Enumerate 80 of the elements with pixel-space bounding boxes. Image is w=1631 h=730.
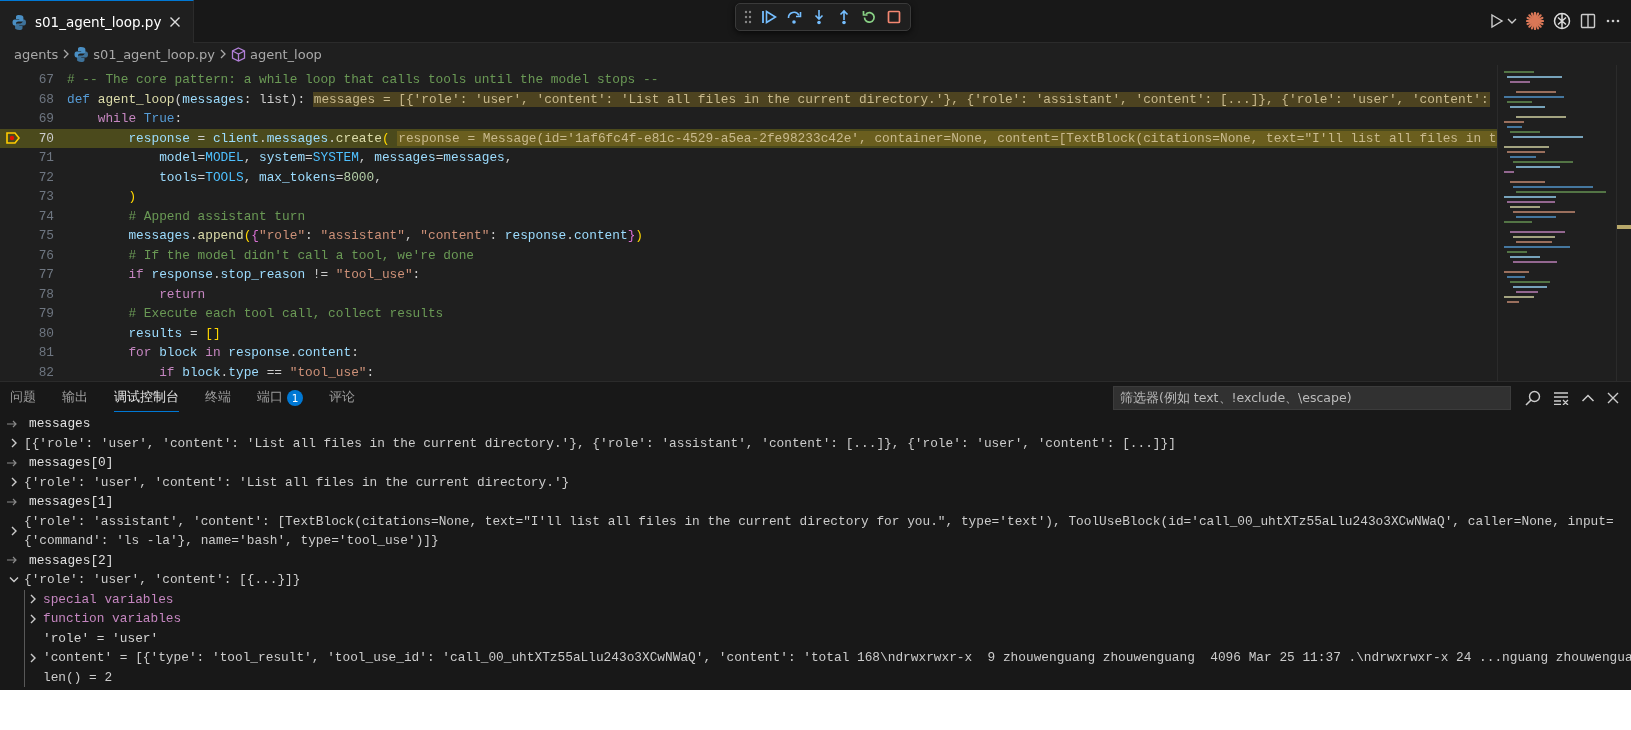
code-line: # -- The core pattern: a while loop that calls tools until the model stops -- bbox=[67, 72, 659, 88]
console-command-text: messages[1] bbox=[29, 493, 114, 511]
code-line: response = client.messages.create( bbox=[127, 130, 390, 146]
code-line: # Append assistant turn bbox=[127, 208, 306, 224]
line-number: 79 bbox=[37, 306, 54, 322]
panel-tab[interactable]: 问题 bbox=[10, 383, 36, 412]
inline-value: messages = [{'role': 'user', 'content': 'List all files in the current directory.'}, {'role': 'assistant', 'content': [...]}, {'role': 'user', 'content': bbox=[312, 91, 1490, 107]
code-line: ) bbox=[127, 189, 137, 205]
console-value: 'role' = 'user' bbox=[43, 629, 159, 648]
line-number: 77 bbox=[37, 267, 54, 283]
panel-tab[interactable]: 调试控制台 bbox=[114, 383, 179, 412]
line-number: 82 bbox=[37, 364, 54, 380]
run-icon[interactable] bbox=[1490, 13, 1504, 29]
console-command-text: messages[0] bbox=[29, 454, 114, 472]
console-command-text: messages bbox=[29, 415, 91, 433]
variable-group[interactable]: special variables bbox=[43, 589, 174, 609]
code-line: return bbox=[158, 286, 206, 302]
code-line: while True: bbox=[96, 111, 183, 127]
stop-icon[interactable] bbox=[886, 9, 902, 25]
knot-icon[interactable] bbox=[1553, 12, 1571, 30]
close-icon[interactable] bbox=[1607, 391, 1619, 404]
code-line: results = [] bbox=[127, 325, 221, 341]
line-number: 69 bbox=[37, 111, 54, 127]
code-line: if response.stop_reason != "tool_use": bbox=[127, 267, 421, 283]
restart-icon[interactable] bbox=[861, 9, 877, 25]
chevron-right-icon bbox=[62, 49, 71, 59]
breadcrumb-item[interactable]: agents bbox=[14, 46, 59, 62]
count-badge: 1 bbox=[287, 389, 303, 406]
step-over-icon[interactable] bbox=[786, 9, 802, 25]
close-icon[interactable] bbox=[169, 16, 182, 28]
python-file-icon bbox=[74, 45, 90, 63]
caret-down-icon[interactable] bbox=[1507, 17, 1517, 25]
code-line: model=MODEL, system=SYSTEM, messages=messages, bbox=[158, 150, 513, 166]
line-number: 70 bbox=[37, 130, 54, 146]
line-number: 75 bbox=[37, 228, 54, 244]
console-value: len() = 2 bbox=[43, 668, 113, 687]
inline-value: response = Message(id='1af6fc4f-e81c-4529-a5ea-2fe98233c42e', container=None, content=[TextBlock(citations=None, text="I'll list all files in t bbox=[397, 130, 1497, 146]
line-number: 80 bbox=[37, 325, 54, 341]
line-number: 81 bbox=[37, 345, 54, 361]
sparkle-icon[interactable] bbox=[1526, 12, 1544, 30]
chevron-right-icon bbox=[219, 49, 228, 59]
drag-handle-icon[interactable] bbox=[744, 10, 752, 24]
line-number: 76 bbox=[37, 247, 54, 263]
scrollbar-marker bbox=[1617, 225, 1631, 229]
console-command-text: messages[2] bbox=[29, 551, 114, 570]
line-number: 67 bbox=[37, 72, 54, 88]
code-line: tools=TOOLS, max_tokens=8000, bbox=[158, 169, 382, 185]
line-number: 74 bbox=[37, 208, 54, 224]
breadcrumb-item[interactable]: s01_agent_loop.py bbox=[74, 45, 216, 63]
console-value[interactable]: [{'role': 'user', 'content': 'List all files in the current directory.'}, {'role': 'assistant', 'content': [...]}, {'role': 'user', 'content': [...]}] bbox=[24, 433, 1176, 453]
filter-field[interactable]: 筛选器(例如 text、!exclude、\escape) bbox=[1113, 385, 1511, 410]
line-number: 71 bbox=[37, 150, 54, 166]
code-line: if block.type == "tool_use": bbox=[158, 364, 375, 380]
console-value[interactable]: {'role': 'user', 'content': 'List all files in the current directory.'} bbox=[24, 472, 570, 492]
breadcrumb-item[interactable]: agent_loop bbox=[231, 46, 322, 62]
split-editor-icon[interactable] bbox=[1580, 13, 1596, 29]
code-line: for block in response.content: bbox=[127, 345, 359, 361]
editor-tab[interactable]: s01_agent_loop.py bbox=[0, 0, 195, 43]
code-line: def agent_loop(messages: list): bbox=[67, 91, 306, 107]
panel-tab[interactable]: 端口 1 bbox=[257, 383, 303, 412]
breakpoint-arrow-icon[interactable] bbox=[6, 132, 20, 145]
line-number: 73 bbox=[37, 189, 54, 205]
code-line: # If the model didn't call a tool, we're done bbox=[127, 247, 474, 263]
search-icon[interactable] bbox=[1525, 389, 1541, 406]
line-number: 68 bbox=[37, 91, 54, 107]
clear-console-icon[interactable] bbox=[1553, 390, 1569, 405]
line-number: 78 bbox=[37, 286, 54, 302]
panel-tab[interactable]: 评论 bbox=[329, 383, 355, 412]
chevron-up-icon[interactable] bbox=[1581, 392, 1595, 403]
console-value[interactable]: {'role': 'user', 'content': [{...}]} bbox=[24, 570, 301, 590]
panel-tab[interactable]: 输出 bbox=[62, 383, 88, 412]
continue-icon[interactable] bbox=[761, 9, 777, 25]
line-number: 72 bbox=[37, 169, 54, 185]
python-file-icon bbox=[12, 13, 27, 31]
code-line: # Execute each tool call, collect results bbox=[127, 306, 444, 322]
cube-icon bbox=[231, 46, 247, 62]
panel-tab[interactable]: 终端 bbox=[205, 383, 231, 412]
console-value[interactable]: {'role': 'assistant', 'content': [TextBlock(citations=None, text="I'll list all files in the current directory for you.", type='text'), ToolUseBlock(id='call_00_uhtXTz55aLlu243o3XCwNWaQ', caller=None, input= {'command': 'ls -la'}, name='bash', type='tool_use')]} bbox=[24, 511, 1614, 551]
variable-group[interactable]: function variables bbox=[43, 609, 182, 629]
code-line: messages.append({"role": "assistant", "content": response.content}) bbox=[127, 228, 644, 244]
